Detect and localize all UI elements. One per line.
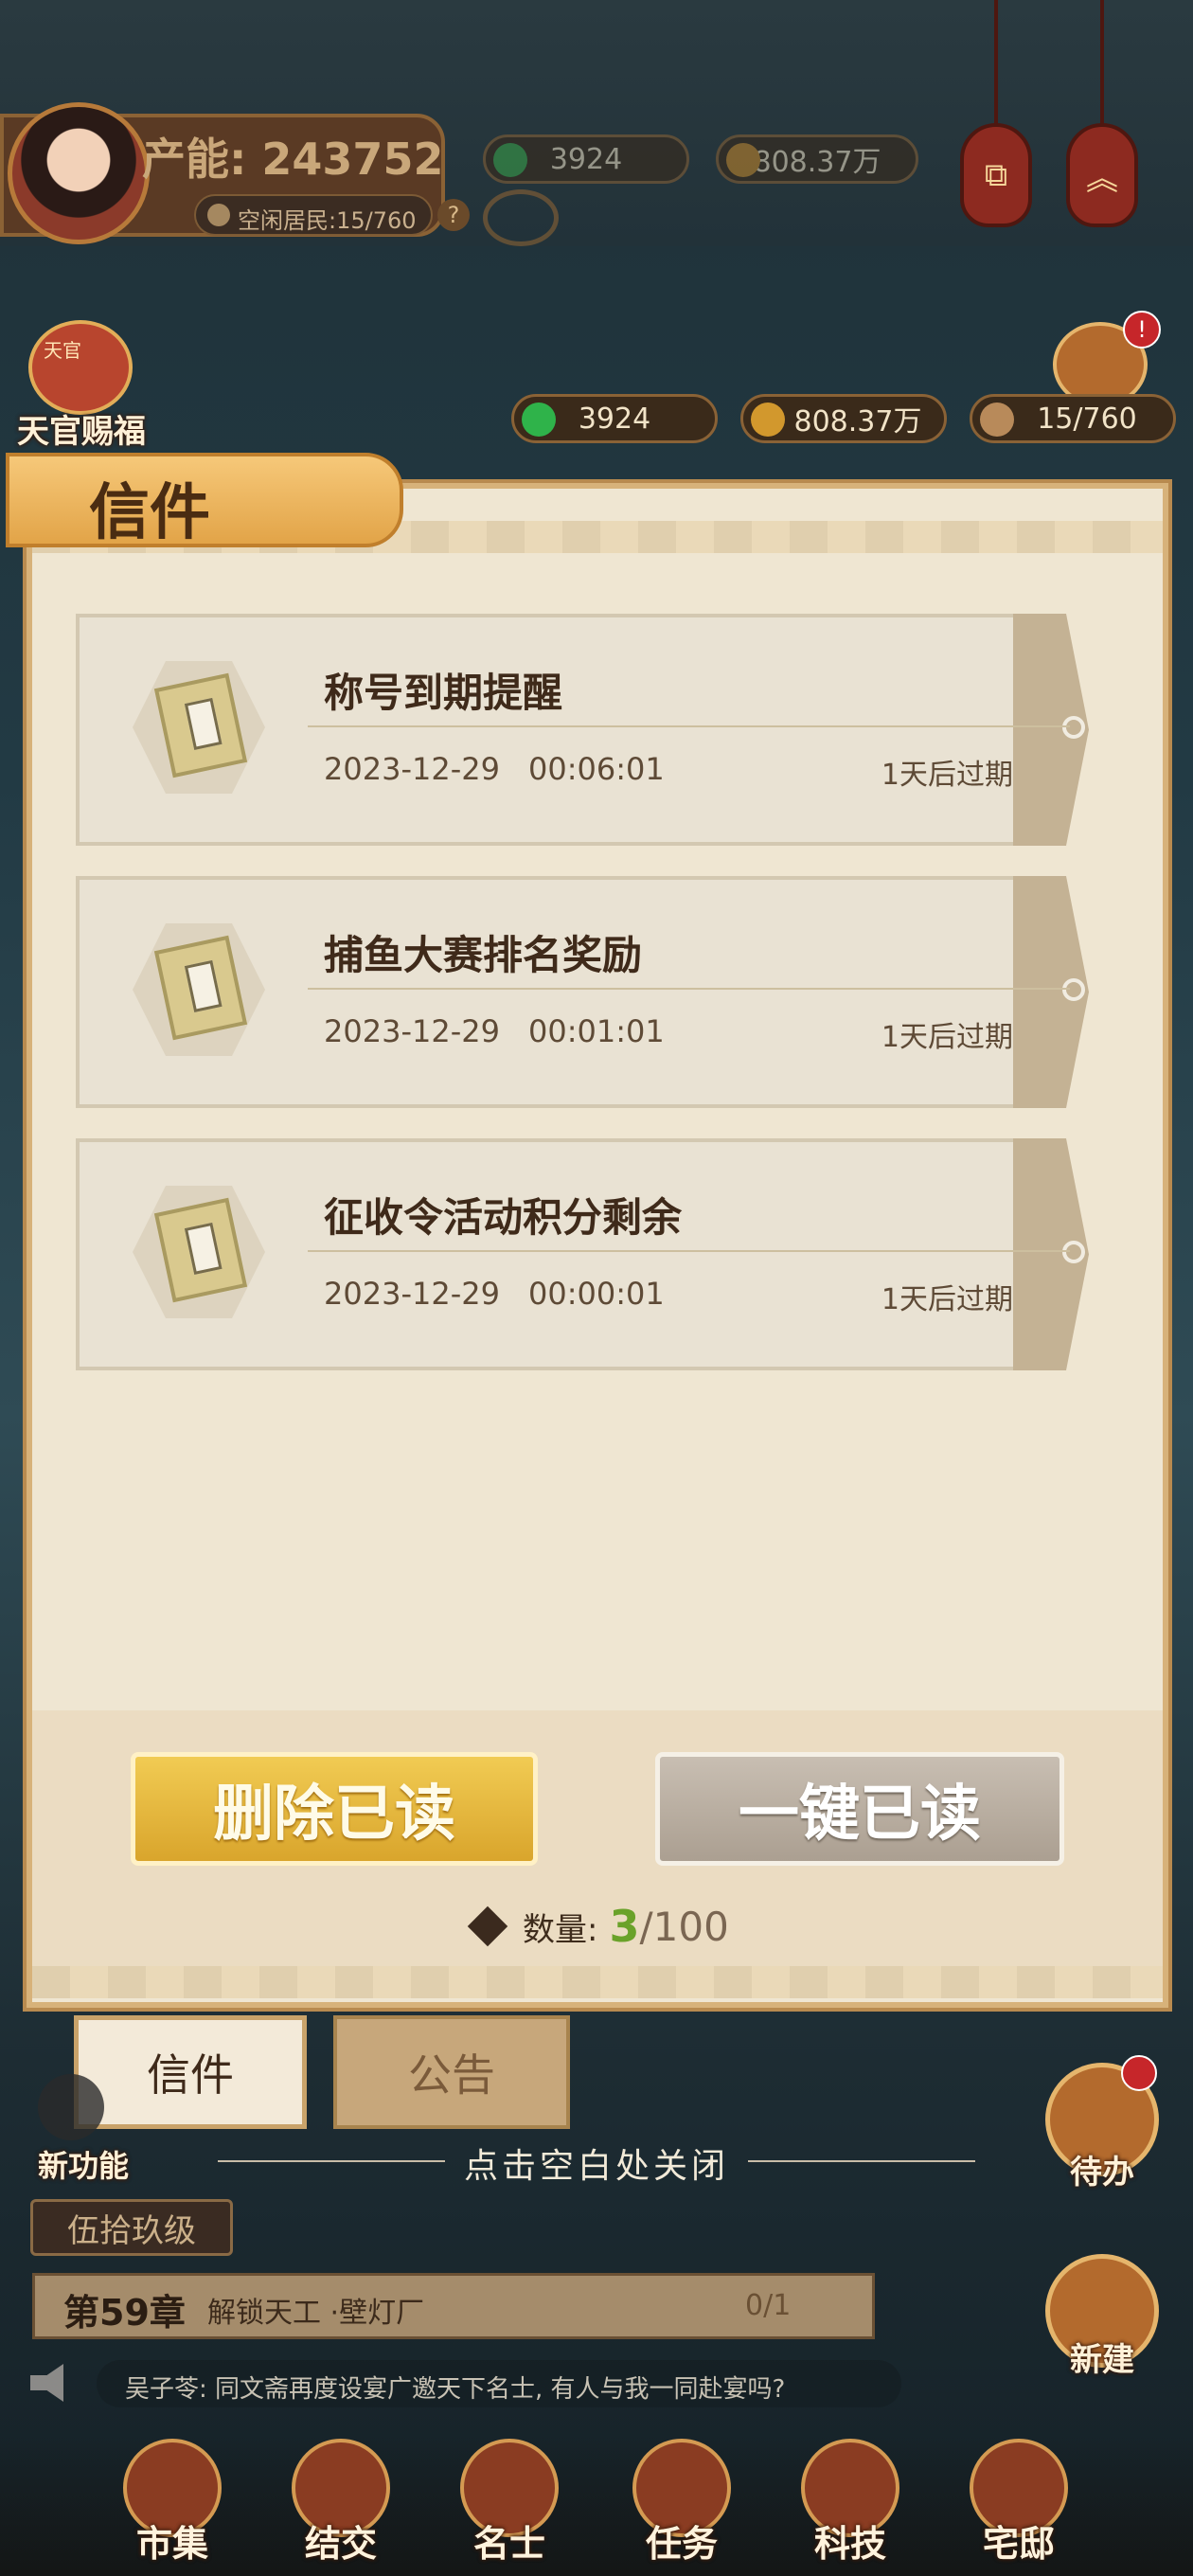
resident-icon <box>980 402 1014 437</box>
top-copper-counter[interactable]: 808.37万 <box>716 134 918 184</box>
chat-bar[interactable]: 吴子苓: 同文斋再度设宴广邀天下名士, 有人与我一同赴宴吗? <box>97 2360 901 2407</box>
cart-icon[interactable] <box>483 189 559 246</box>
nav-friends[interactable]: 结交 <box>284 2439 398 2571</box>
nav-tasks[interactable]: 任务 <box>625 2439 739 2571</box>
mail-expiry: 1天后过期 <box>881 759 1013 792</box>
residents-value: 15/760 <box>1037 402 1137 436</box>
jade-counter[interactable]: 3924 <box>511 394 718 443</box>
panel-title-tab: 信件 <box>6 453 403 548</box>
mail-expiry: 1天后过期 <box>881 1021 1013 1054</box>
productivity-label: 产能: 243752 <box>142 134 444 185</box>
panel-title: 信件 <box>89 478 210 548</box>
nav-market[interactable]: 市集 <box>116 2439 229 2571</box>
warning-icon <box>467 1905 508 1947</box>
mail-subject: 征收令活动积分剩余 <box>324 1194 683 1241</box>
bottom-pattern-band <box>32 1966 1163 1998</box>
idle-residents[interactable]: 空闲居民:15/760 <box>194 194 433 236</box>
speaker-icon[interactable] <box>30 2364 63 2402</box>
close-hint-line-left <box>218 2160 445 2162</box>
mail-tag-ring-icon <box>1062 978 1085 1001</box>
mail-expiry: 1天后过期 <box>881 1283 1013 1316</box>
mail-divider <box>308 988 1070 990</box>
mail-subject: 捕鱼大赛排名奖励 <box>324 932 643 978</box>
close-hint-line-right <box>748 2160 975 2162</box>
info-icon[interactable]: ? <box>437 199 470 231</box>
jade-coin-icon <box>493 143 527 177</box>
idle-residents-text: 空闲居民:15/760 <box>238 207 417 234</box>
mail-time: 00:06:01 <box>528 751 665 787</box>
jade-coin-icon <box>522 402 556 437</box>
level-name: 伍拾玖级 <box>67 2211 196 2250</box>
delete-read-button[interactable]: 删除已读 <box>131 1752 538 1866</box>
top-right-alert-icon: ! <box>1123 311 1161 349</box>
chat-message: 吴子苓: 同文斋再度设宴广邀天下名士, 有人与我一同赴宴吗? <box>125 2375 786 2404</box>
lantern-cord-1 <box>994 0 998 128</box>
residents-counter[interactable]: 15/760 <box>970 394 1176 443</box>
todo-alert-icon <box>1121 2055 1157 2091</box>
mail-item[interactable]: 捕鱼大赛排名奖励 2023-12-29 00:01:01 1天后过期 <box>76 876 1089 1108</box>
nav-tech-label: 科技 <box>813 2523 886 2565</box>
mail-date: 2023-12-29 <box>324 1013 500 1049</box>
nav-tasks-label: 任务 <box>645 2523 718 2565</box>
chapter-label: 第59章 <box>63 2292 186 2334</box>
heaven-gift-label: 天官赐福 <box>17 413 146 451</box>
copper-counter[interactable]: 808.37万 <box>740 394 947 443</box>
task-progress: 0/1 <box>745 2289 792 2322</box>
mail-item[interactable]: 称号到期提醒 2023-12-29 00:06:01 1天后过期 <box>76 614 1089 846</box>
level-badge[interactable]: 伍拾玖级 <box>30 2199 233 2256</box>
lantern-collapse-icon[interactable]: ︽ <box>1066 123 1138 227</box>
count-current: 3 <box>609 1901 640 1952</box>
copper-coin-icon <box>751 402 785 437</box>
mail-time: 00:00:01 <box>528 1276 665 1312</box>
top-jade-counter[interactable]: 3924 <box>483 134 689 184</box>
mail-date: 2023-12-29 <box>324 1276 500 1312</box>
tab-mail[interactable]: 信件 <box>74 2015 307 2129</box>
chapter-task-bar[interactable]: 第59章 解锁天工 ·壁灯厂 0/1 <box>32 2273 875 2339</box>
count-row: 数量: 3 /100 <box>467 1898 729 1955</box>
lantern-switch-icon[interactable]: ⧉ <box>960 123 1032 227</box>
nav-celebrities-label: 名士 <box>472 2523 545 2565</box>
mail-tag-ring-icon <box>1062 716 1085 739</box>
nav-mansion[interactable]: 宅邸 <box>962 2439 1076 2571</box>
jade-value: 3924 <box>578 402 651 436</box>
nav-friends-label: 结交 <box>304 2523 377 2565</box>
mail-divider <box>308 725 1070 727</box>
close-hint[interactable]: 点击空白处关闭 <box>464 2138 729 2188</box>
top-copper-value: 808.37万 <box>753 146 881 179</box>
nav-market-label: 市集 <box>135 2523 208 2565</box>
count-label: 数量: <box>523 1910 598 1949</box>
build-label: 新建 <box>1070 2341 1134 2379</box>
copper-coin-icon <box>726 143 760 177</box>
nav-mansion-label: 宅邸 <box>982 2523 1055 2565</box>
avatar[interactable] <box>8 102 150 244</box>
tab-announcement[interactable]: 公告 <box>333 2015 570 2129</box>
lantern-cord-2 <box>1100 0 1104 128</box>
mail-item[interactable]: 征收令活动积分剩余 2023-12-29 00:00:01 1天后过期 <box>76 1138 1089 1370</box>
nav-tech[interactable]: 科技 <box>793 2439 907 2571</box>
copper-value: 808.37万 <box>793 405 922 438</box>
task-label: 解锁天工 ·壁灯厂 <box>207 2297 425 2330</box>
todo-label: 待办 <box>1070 2154 1134 2191</box>
resident-icon <box>207 204 230 226</box>
mail-subject: 称号到期提醒 <box>324 670 563 716</box>
new-feature-label: 新功能 <box>37 2148 129 2184</box>
heaven-gift-badge: 天官 <box>44 339 81 362</box>
mark-all-read-button[interactable]: 一键已读 <box>655 1752 1064 1866</box>
nav-celebrities[interactable]: 名士 <box>453 2439 566 2571</box>
mail-tag-ring-icon <box>1062 1241 1085 1263</box>
mail-time: 00:01:01 <box>528 1013 665 1049</box>
mail-divider <box>308 1250 1070 1252</box>
top-jade-value: 3924 <box>549 142 623 176</box>
new-feature-icon[interactable] <box>38 2074 104 2140</box>
count-max: /100 <box>639 1903 729 1950</box>
mail-date: 2023-12-29 <box>324 751 500 787</box>
heaven-gift-button[interactable]: 天官 <box>28 320 133 415</box>
